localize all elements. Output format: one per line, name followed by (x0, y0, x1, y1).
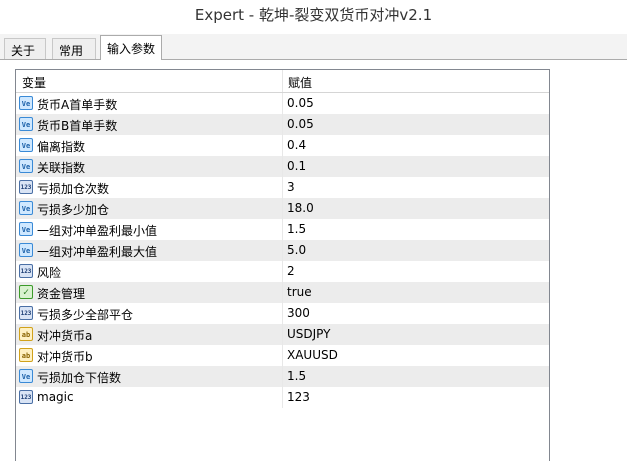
parameter-name: 资金管理 (37, 287, 86, 301)
cell-divider (282, 303, 283, 324)
table-row[interactable]: Ve 货币A首单手数 0.05 (16, 93, 549, 114)
parameter-name: magic (37, 390, 74, 404)
double-icon: Ve (19, 222, 33, 236)
parameter-value[interactable]: true (287, 285, 312, 299)
string-icon: ab (19, 348, 33, 362)
string-icon: ab (19, 327, 33, 341)
parameter-name: 亏损多少全部平仓 (37, 308, 134, 322)
parameter-name: 一组对冲单盈利最大值 (37, 245, 158, 259)
column-divider[interactable] (282, 70, 283, 92)
cell-divider (282, 282, 283, 303)
cell-divider (282, 177, 283, 198)
parameter-name: 对冲货币b (37, 350, 93, 364)
integer-icon: 123 (19, 306, 33, 320)
cell-divider (282, 240, 283, 261)
parameter-value[interactable]: 18.0 (287, 201, 314, 215)
parameter-name: 货币A首单手数 (37, 98, 118, 112)
cell-divider (282, 345, 283, 366)
parameter-value[interactable]: 1.5 (287, 222, 306, 236)
integer-icon: 123 (19, 180, 33, 194)
parameter-value[interactable]: 5.0 (287, 243, 306, 257)
parameter-value[interactable]: 0.05 (287, 96, 314, 110)
table-row[interactable]: ab 对冲货币b XAUUSD (16, 345, 549, 366)
tab-inputs[interactable]: 输入参数 (100, 35, 162, 60)
tab-about[interactable]: 关于 (4, 38, 46, 59)
double-icon: Ve (19, 243, 33, 257)
parameter-value[interactable]: 2 (287, 264, 295, 278)
parameter-value[interactable]: 300 (287, 306, 310, 320)
column-header-value[interactable]: 赋值 (288, 74, 312, 91)
cell-divider (282, 114, 283, 135)
table-row[interactable]: Ve 一组对冲单盈利最小值 1.5 (16, 219, 549, 240)
parameter-name: 一组对冲单盈利最小值 (37, 224, 158, 238)
table-row[interactable]: Ve 亏损加仓下倍数 1.5 (16, 366, 549, 387)
parameter-name: 亏损多少加仓 (37, 203, 110, 217)
cell-divider (282, 135, 283, 156)
double-icon: Ve (19, 138, 33, 152)
cell-divider (282, 198, 283, 219)
parameter-value[interactable]: XAUUSD (287, 348, 338, 362)
cell-divider (282, 387, 283, 408)
integer-icon: 123 (19, 390, 33, 404)
table-row[interactable]: Ve 亏损多少加仓 18.0 (16, 198, 549, 219)
double-icon: Ve (19, 201, 33, 215)
table-row[interactable]: 123 亏损多少全部平仓 300 (16, 303, 549, 324)
tab-common[interactable]: 常用 (52, 38, 96, 59)
table-row[interactable]: 123 magic 123 (16, 387, 549, 408)
window-title: Expert - 乾坤-裂变双货币对冲v2.1 (194, 6, 433, 24)
cell-divider (282, 261, 283, 282)
table-header: 变量 赋值 (16, 70, 549, 93)
cell-divider (282, 156, 283, 177)
parameter-name: 偏离指数 (37, 140, 86, 154)
column-header-variable[interactable]: 变量 (22, 74, 46, 91)
parameter-name: 亏损加仓下倍数 (37, 371, 122, 385)
table-row[interactable]: Ve 一组对冲单盈利最大值 5.0 (16, 240, 549, 261)
cell-divider (282, 324, 283, 345)
cell-divider (282, 366, 283, 387)
parameter-value[interactable]: USDJPY (287, 327, 330, 341)
parameters-table: 变量 赋值 Ve 货币A首单手数 0.05 Ve 货币B首单手数 0.05 Ve 偏离指数 0.… (15, 69, 550, 461)
double-icon: Ve (19, 159, 33, 173)
table-row[interactable]: 123 亏损加仓次数 3 (16, 177, 549, 198)
parameter-value[interactable]: 0.1 (287, 159, 306, 173)
parameter-value[interactable]: 1.5 (287, 369, 306, 383)
integer-icon: 123 (19, 264, 33, 278)
table-row[interactable]: ab 对冲货币a USDJPY (16, 324, 549, 345)
parameter-name: 对冲货币a (37, 329, 93, 343)
table-row[interactable]: Ve 关联指数 0.1 (16, 156, 549, 177)
cell-divider (282, 93, 283, 114)
double-icon: Ve (19, 117, 33, 131)
parameter-value[interactable]: 123 (287, 390, 310, 404)
table-row[interactable]: 123 风险 2 (16, 261, 549, 282)
parameter-value[interactable]: 0.05 (287, 117, 314, 131)
parameter-value[interactable]: 3 (287, 180, 295, 194)
table-row[interactable]: Ve 偏离指数 0.4 (16, 135, 549, 156)
cell-divider (282, 219, 283, 240)
table-row[interactable]: ✓ 资金管理 true (16, 282, 549, 303)
parameter-name: 风险 (37, 266, 62, 280)
title-bar: Expert - 乾坤-裂变双货币对冲v2.1 (0, 0, 627, 26)
parameter-name: 关联指数 (37, 161, 86, 175)
table-row[interactable]: Ve 货币B首单手数 0.05 (16, 114, 549, 135)
boolean-icon: ✓ (19, 285, 33, 299)
double-icon: Ve (19, 96, 33, 110)
parameter-name: 亏损加仓次数 (37, 182, 110, 196)
parameter-name: 货币B首单手数 (37, 119, 118, 133)
parameter-value[interactable]: 0.4 (287, 138, 306, 152)
double-icon: Ve (19, 369, 33, 383)
tab-strip: 关于 常用 输入参数 (0, 34, 627, 60)
inputs-panel: 变量 赋值 Ve 货币A首单手数 0.05 Ve 货币B首单手数 0.05 Ve 偏离指数 0.… (0, 60, 627, 461)
